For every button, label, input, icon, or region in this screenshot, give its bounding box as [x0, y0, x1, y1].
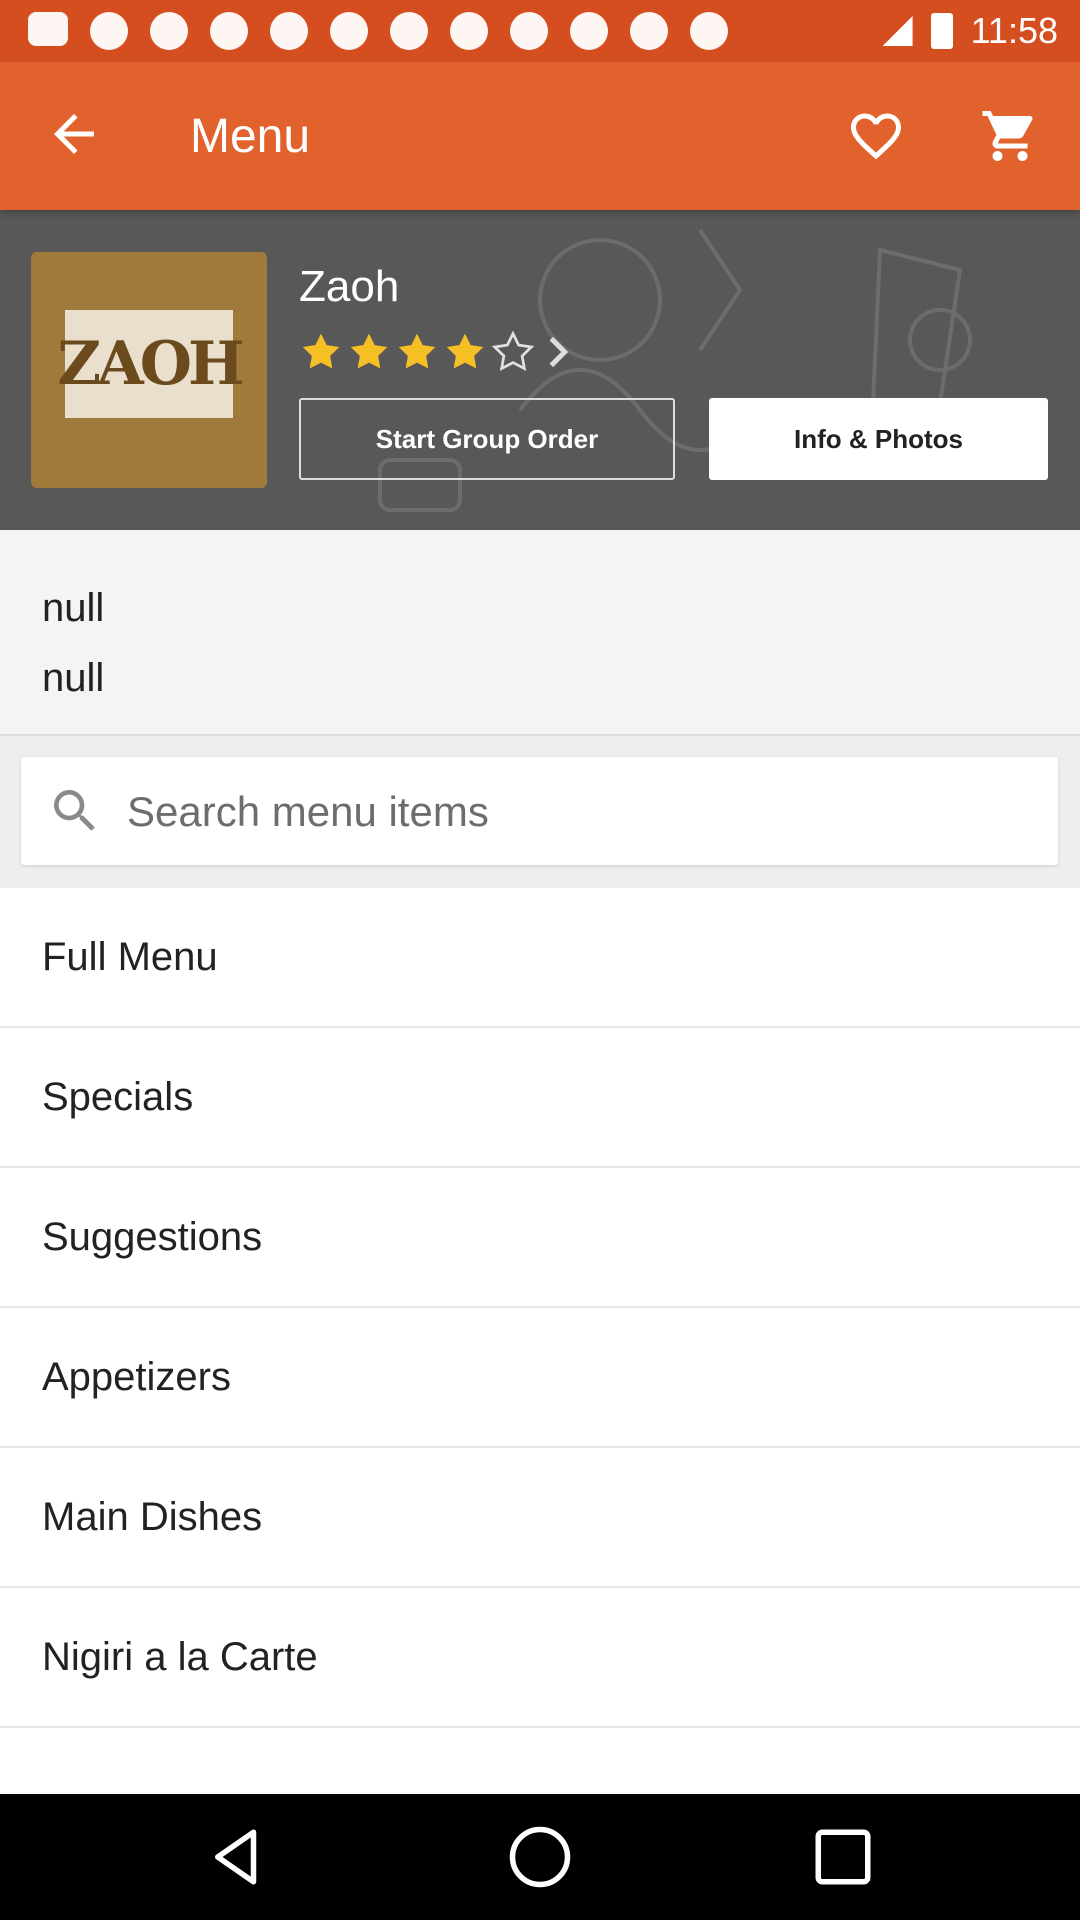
notification-icon: [28, 12, 68, 46]
notification-icon: [210, 12, 248, 50]
search-input[interactable]: [125, 773, 1029, 851]
notification-icon: [690, 12, 728, 50]
menu-category-list: Full Menu Specials Suggestions Appetizer…: [0, 888, 1080, 1868]
logo-plate: ZAOH: [57, 310, 245, 418]
info-photos-button[interactable]: Info & Photos: [709, 398, 1048, 480]
nav-recents-icon[interactable]: [810, 1824, 876, 1890]
star-filled-icon: [446, 333, 484, 369]
menu-item-full-menu[interactable]: Full Menu: [0, 888, 1080, 1028]
clock: 11:58: [970, 10, 1058, 51]
app-bar: Menu: [0, 62, 1080, 210]
star-filled-icon: [350, 333, 388, 369]
search-icon: [54, 790, 95, 831]
menu-item-specials[interactable]: Specials: [0, 1028, 1080, 1168]
rating-stars[interactable]: [299, 330, 573, 374]
system-status: 11:58: [882, 10, 1058, 52]
restaurant-name: Zaoh: [299, 262, 400, 311]
notification-icon: [570, 12, 608, 50]
star-filled-icon: [398, 333, 436, 369]
chevron-right-icon: [549, 336, 569, 368]
shopping-cart-icon: [982, 111, 1033, 161]
notification-icon: [150, 12, 188, 50]
restaurant-description: null null: [0, 530, 1080, 736]
cart-button[interactable]: [978, 106, 1042, 166]
notification-icons: [28, 12, 728, 50]
notification-icon: [450, 12, 488, 50]
battery-icon: [930, 13, 953, 49]
notification-icon: [510, 12, 548, 50]
favorite-button[interactable]: [846, 106, 906, 166]
notification-icon: [390, 12, 428, 50]
signal-icon: [882, 16, 913, 46]
notification-icon: [330, 12, 368, 50]
description-line-2: null: [42, 656, 105, 700]
menu-item-suggestions[interactable]: Suggestions: [0, 1168, 1080, 1308]
nav-home-icon[interactable]: [507, 1824, 573, 1890]
back-button[interactable]: [44, 104, 104, 164]
logo-text: ZAOH: [57, 329, 244, 399]
page-title: Menu: [190, 109, 311, 163]
nav-back-icon[interactable]: [204, 1824, 270, 1890]
status-bar: 11:58: [0, 0, 1080, 62]
heart-icon: [851, 113, 901, 160]
notification-icon: [270, 12, 308, 50]
description-line-1: null: [42, 586, 105, 630]
search-box[interactable]: [21, 757, 1058, 865]
star-filled-icon: [302, 333, 340, 369]
star-empty-icon: [491, 330, 535, 372]
notification-icon: [90, 12, 128, 50]
restaurant-header: ZAOH Zaoh Start Group Order Info & Photo…: [0, 210, 1080, 530]
restaurant-logo: ZAOH: [31, 252, 267, 488]
menu-item-main-dishes[interactable]: Main Dishes: [0, 1448, 1080, 1588]
menu-item-appetizers[interactable]: Appetizers: [0, 1308, 1080, 1448]
start-group-order-button[interactable]: Start Group Order: [299, 398, 675, 480]
arrow-left-icon: [54, 114, 94, 154]
system-nav-bar: [0, 1794, 1080, 1920]
menu-item-nigiri-a-la-carte[interactable]: Nigiri a la Carte: [0, 1588, 1080, 1728]
search-section: [0, 736, 1080, 888]
notification-icon: [630, 12, 668, 50]
